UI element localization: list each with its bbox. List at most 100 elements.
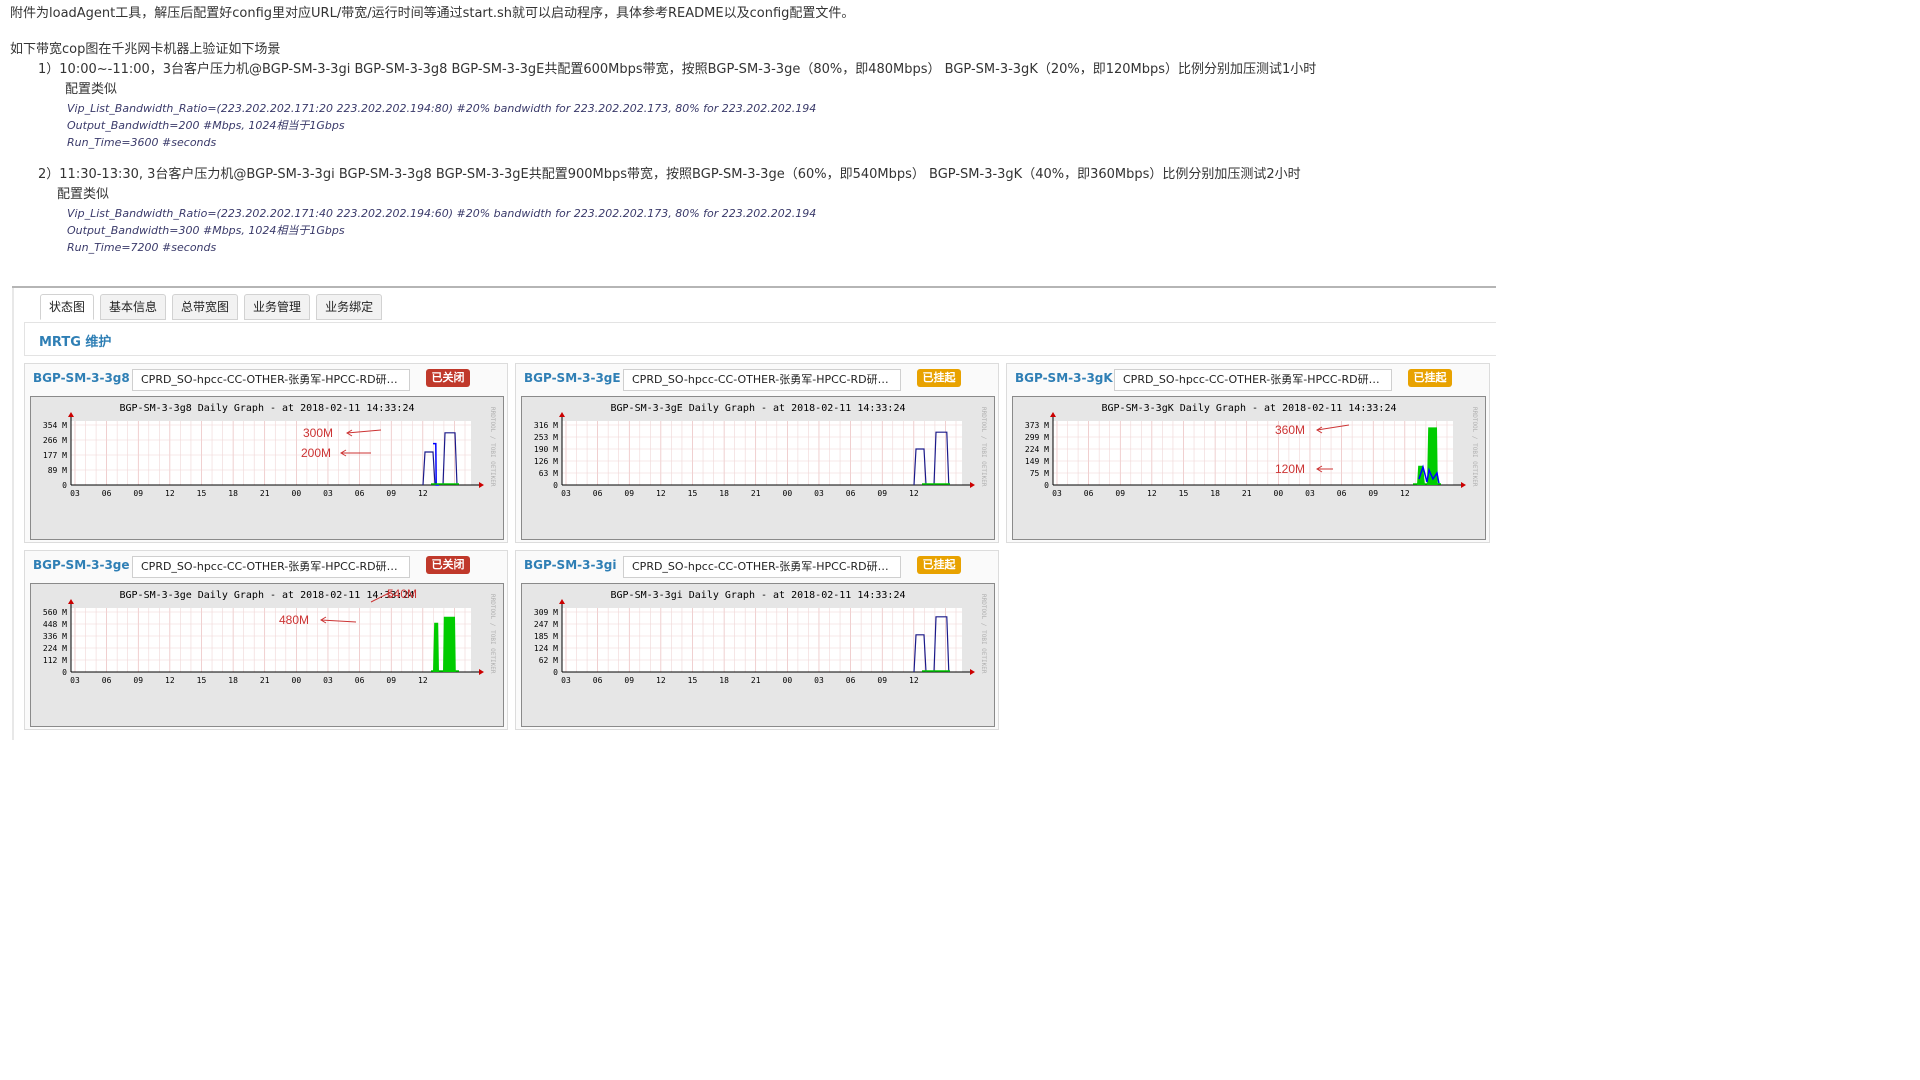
x-tick-label: 03 — [323, 676, 333, 685]
y-tick-label: 0 — [1044, 481, 1049, 490]
plot-area — [71, 421, 471, 485]
status-badge: 已挂起 — [1408, 369, 1452, 387]
y-tick-label: 373 M — [1025, 421, 1049, 430]
graph-title: BGP-SM-3-3ge Daily Graph - at 2018-02-11… — [119, 590, 414, 601]
device-name-link[interactable]: BGP-SM-3-3ge — [33, 558, 130, 572]
scenario-intro: 如下带宽cop图在千兆网卡机器上验证如下场景 — [10, 42, 281, 57]
x-tick-label: 00 — [1274, 489, 1284, 498]
y-axis-arrow — [68, 412, 74, 417]
x-tick-label: 12 — [1400, 489, 1410, 498]
scenario-1-config-label: 配置类似 — [65, 82, 118, 97]
x-axis-arrow — [479, 669, 484, 675]
y-tick-label: 299 M — [1025, 433, 1049, 442]
scenario-1: 1）10:00~-11:00，3台客户压力机@BGP-SM-3-3gi BGP-… — [38, 62, 1317, 77]
y-tick-label: 309 M — [534, 608, 558, 617]
intro-line: 附件为loadAgent工具，解压后配置好config里对应URL/带宽/运行时… — [10, 6, 855, 21]
x-tick-label: 21 — [260, 489, 270, 498]
traffic-graph[interactable]: BGP-SM-3-3gK Daily Graph - at 2018-02-11… — [1012, 396, 1486, 540]
y-tick-label: 336 M — [43, 632, 67, 641]
status-badge: 已挂起 — [917, 369, 961, 387]
tab-business-binding[interactable]: 业务绑定 — [316, 294, 383, 320]
tab-bar: 状态图 基本信息 总带宽图 业务管理 业务绑定 — [40, 294, 383, 320]
x-tick-label: 12 — [165, 676, 175, 685]
x-tick-label: 00 — [292, 676, 302, 685]
device-name-link[interactable]: BGP-SM-3-3gE — [524, 371, 621, 385]
x-tick-label: 18 — [719, 489, 729, 498]
scenario-1-config-ratio: Vip_List_Bandwidth_Ratio=(223.202.202.17… — [67, 102, 817, 115]
x-tick-label: 03 — [70, 676, 80, 685]
rrdtool-credit: RRDTOOL / TOBI OETIKER — [489, 407, 496, 487]
device-description: CPRD_SO-hpcc-CC-OTHER-张勇军-HPCC-RD研… — [132, 369, 410, 391]
y-axis-arrow — [559, 599, 565, 604]
plot-area — [71, 608, 471, 672]
traffic-graph[interactable]: BGP-SM-3-3gE Daily Graph - at 2018-02-11… — [521, 396, 995, 540]
scenario-2-config-bandwidth: Output_Bandwidth=300 #Mbps, 1024相当于1Gbps — [67, 224, 345, 237]
x-tick-label: 03 — [70, 489, 80, 498]
y-tick-label: 149 M — [1025, 457, 1049, 466]
x-tick-label: 12 — [418, 489, 428, 498]
tab-business-management[interactable]: 业务管理 — [244, 294, 311, 320]
tab-status-graph[interactable]: 状态图 — [40, 294, 95, 320]
tab-total-bandwidth[interactable]: 总带宽图 — [172, 294, 239, 320]
y-tick-label: 0 — [62, 668, 67, 677]
y-tick-label: 253 M — [534, 433, 558, 442]
x-axis-arrow — [970, 669, 975, 675]
device-name-link[interactable]: BGP-SM-3-3gi — [524, 558, 617, 572]
x-tick-label: 09 — [1368, 489, 1378, 498]
x-tick-label: 09 — [1115, 489, 1125, 498]
x-axis-arrow — [970, 482, 975, 488]
y-tick-label: 224 M — [43, 644, 67, 653]
y-tick-label: 354 M — [43, 421, 67, 430]
status-badge: 已挂起 — [917, 556, 961, 574]
x-tick-label: 18 — [228, 676, 238, 685]
x-tick-label: 06 — [355, 489, 365, 498]
x-tick-label: 00 — [783, 489, 793, 498]
device-card: BGP-SM-3-3gK CPRD_SO-hpcc-CC-OTHER-张勇军-H… — [1006, 363, 1490, 543]
scenario-2-config-runtime: Run_Time=7200 #seconds — [67, 241, 217, 254]
y-axis-arrow — [559, 412, 565, 417]
plot-area — [1053, 421, 1453, 485]
device-name-link[interactable]: BGP-SM-3-3g8 — [33, 371, 130, 385]
traffic-graph[interactable]: BGP-SM-3-3g8 Daily Graph - at 2018-02-11… — [30, 396, 504, 540]
graph-title: BGP-SM-3-3gK Daily Graph - at 2018-02-11… — [1101, 403, 1396, 414]
graph-title: BGP-SM-3-3g8 Daily Graph - at 2018-02-11… — [119, 403, 414, 414]
x-axis-arrow — [479, 482, 484, 488]
y-tick-label: 316 M — [534, 421, 558, 430]
y-tick-label: 126 M — [534, 457, 558, 466]
x-tick-label: 00 — [783, 676, 793, 685]
bandwidth-annotation: 540M — [387, 587, 417, 601]
x-tick-label: 06 — [593, 489, 603, 498]
x-tick-label: 12 — [909, 489, 919, 498]
rrdtool-credit: RRDTOOL / TOBI OETIKER — [980, 407, 987, 487]
x-tick-label: 18 — [719, 676, 729, 685]
bandwidth-annotation: 360M — [1275, 423, 1305, 437]
device-name-link[interactable]: BGP-SM-3-3gK — [1015, 371, 1113, 385]
x-tick-label: 18 — [1210, 489, 1220, 498]
x-tick-label: 06 — [846, 676, 856, 685]
tab-basic-info[interactable]: 基本信息 — [100, 294, 167, 320]
device-card: BGP-SM-3-3g8 CPRD_SO-hpcc-CC-OTHER-张勇军-H… — [24, 363, 508, 543]
status-badge: 已关闭 — [426, 369, 470, 387]
bandwidth-annotation: 200M — [301, 446, 331, 460]
in-traffic-area — [433, 616, 456, 672]
x-tick-label: 03 — [1052, 489, 1062, 498]
y-tick-label: 224 M — [1025, 445, 1049, 454]
x-tick-label: 09 — [877, 489, 887, 498]
x-tick-label: 03 — [323, 489, 333, 498]
mrtg-section: MRTG 维护 — [24, 322, 1496, 356]
x-tick-label: 06 — [1084, 489, 1094, 498]
traffic-graph[interactable]: BGP-SM-3-3ge Daily Graph - at 2018-02-11… — [30, 583, 504, 727]
x-tick-label: 12 — [909, 676, 919, 685]
status-badge: 已关闭 — [426, 556, 470, 574]
plot-area — [562, 608, 962, 672]
x-tick-label: 15 — [688, 489, 698, 498]
x-tick-label: 09 — [624, 489, 634, 498]
traffic-graph[interactable]: BGP-SM-3-3gi Daily Graph - at 2018-02-11… — [521, 583, 995, 727]
x-tick-label: 09 — [624, 676, 634, 685]
y-axis-arrow — [68, 599, 74, 604]
y-tick-label: 0 — [553, 481, 558, 490]
x-tick-label: 00 — [292, 489, 302, 498]
plot-area — [562, 421, 962, 485]
rrdtool-credit: RRDTOOL / TOBI OETIKER — [1471, 407, 1478, 487]
y-tick-label: 62 M — [539, 656, 558, 665]
